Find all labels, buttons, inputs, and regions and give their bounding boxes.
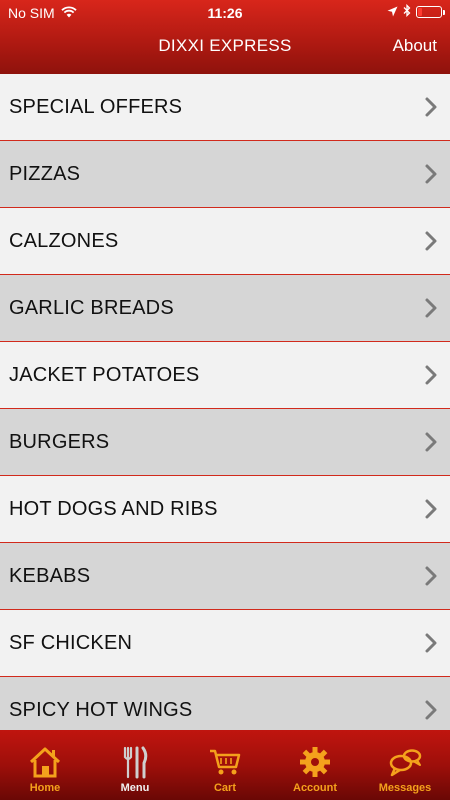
tab-menu-label: Menu	[120, 782, 150, 794]
app-header: No SIM 11:26 DIXXI EXPRESS About	[0, 0, 450, 74]
chevron-right-icon	[425, 365, 437, 385]
list-item[interactable]: BURGERS	[0, 409, 450, 476]
list-item[interactable]: KEBABS	[0, 543, 450, 610]
chevron-right-icon	[425, 700, 437, 720]
list-item[interactable]: HOT DOGS AND RIBS	[0, 476, 450, 543]
tab-messages-label: Messages	[378, 782, 432, 794]
list-item-label: HOT DOGS AND RIBS	[9, 497, 218, 520]
list-item-label: SF CHICKEN	[9, 631, 133, 654]
chevron-right-icon	[425, 97, 437, 117]
chevron-right-icon	[425, 566, 437, 586]
chevron-right-icon	[425, 633, 437, 653]
list-item[interactable]: GARLIC BREADS	[0, 275, 450, 342]
list-item-label: CALZONES	[9, 229, 119, 252]
list-item[interactable]: SPECIAL OFFERS	[0, 74, 450, 141]
cart-icon	[210, 749, 241, 775]
chevron-right-icon	[425, 298, 437, 318]
status-time: 11:26	[207, 5, 243, 21]
list-item-label: SPECIAL OFFERS	[9, 95, 183, 118]
tab-home-label: Home	[29, 782, 61, 794]
category-list: SPECIAL OFFERS PIZZAS CALZONES GARLIC BR…	[0, 74, 450, 730]
tab-account[interactable]: Account	[270, 730, 360, 800]
list-item-label: PIZZAS	[9, 162, 81, 185]
tab-bar: Home Menu Cart Account Messages	[0, 730, 450, 800]
chat-bubbles-icon	[389, 749, 422, 777]
tab-home[interactable]: Home	[0, 730, 90, 800]
status-right	[387, 3, 445, 20]
gear-icon	[300, 747, 330, 777]
list-item-label: BURGERS	[9, 430, 110, 453]
list-item-label: SPICY HOT WINGS	[9, 698, 193, 721]
chevron-right-icon	[425, 499, 437, 519]
page-title: DIXXI EXPRESS	[158, 36, 292, 55]
list-item-label: GARLIC BREADS	[9, 296, 174, 319]
tab-cart[interactable]: Cart	[180, 730, 270, 800]
tab-account-label: Account	[293, 782, 337, 794]
tab-messages[interactable]: Messages	[360, 730, 450, 800]
list-item[interactable]: PIZZAS	[0, 141, 450, 208]
list-item-label: JACKET POTATOES	[9, 363, 200, 386]
about-button[interactable]: About	[393, 36, 437, 56]
location-icon	[387, 4, 398, 20]
chevron-right-icon	[425, 164, 437, 184]
status-bar: No SIM 11:26	[0, 0, 450, 26]
tab-cart-label: Cart	[213, 782, 236, 794]
chevron-right-icon	[425, 231, 437, 251]
list-item[interactable]: CALZONES	[0, 208, 450, 275]
cutlery-icon	[123, 746, 148, 779]
list-item[interactable]: JACKET POTATOES	[0, 342, 450, 409]
home-icon	[29, 747, 61, 778]
list-item[interactable]: SPICY HOT WINGS	[0, 677, 450, 730]
battery-icon	[416, 6, 445, 18]
bluetooth-icon	[403, 3, 411, 20]
chevron-right-icon	[425, 432, 437, 452]
tab-menu[interactable]: Menu	[90, 730, 180, 800]
list-item[interactable]: SF CHICKEN	[0, 610, 450, 677]
list-item-label: KEBABS	[9, 564, 91, 587]
